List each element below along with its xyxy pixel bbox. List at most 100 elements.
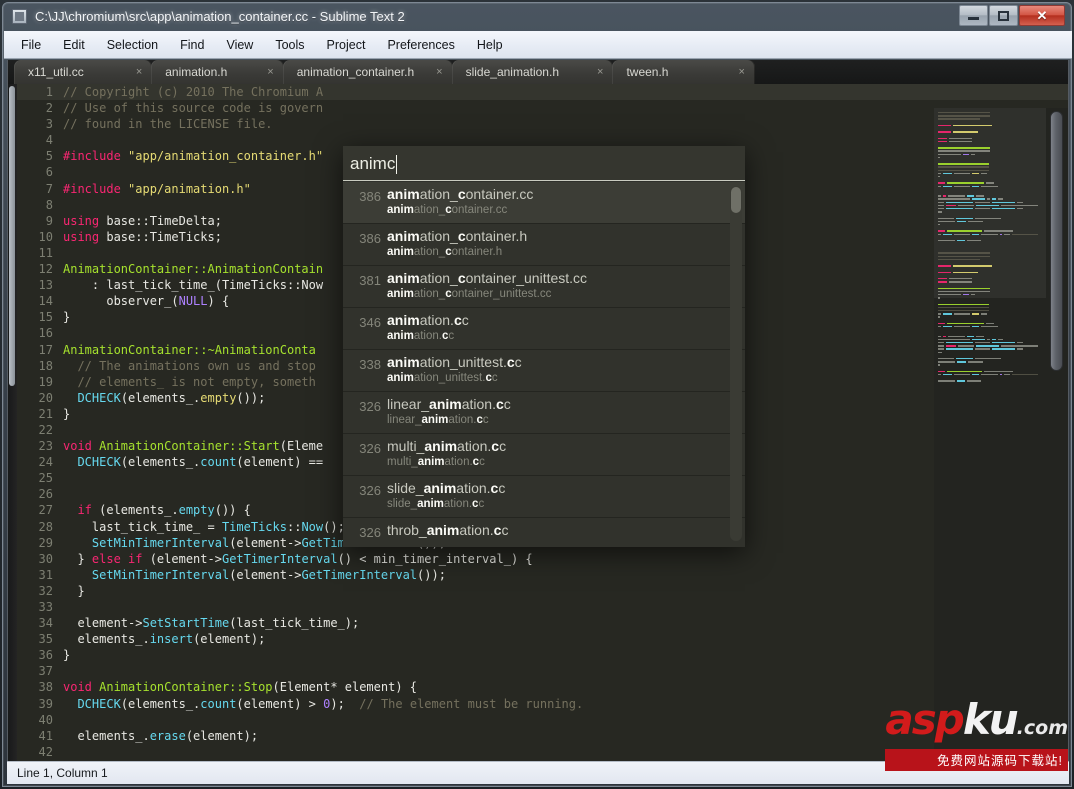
code-token: DCHECK — [77, 391, 120, 405]
code-line[interactable]: 31 SetMinTimerInterval(element->GetTimer… — [17, 567, 1068, 583]
maximize-button[interactable] — [989, 5, 1018, 26]
code-line[interactable]: 35 elements_.insert(element); — [17, 631, 1068, 647]
code-line[interactable]: 33 — [17, 599, 1068, 615]
minimap-line — [972, 339, 985, 340]
minimap-line — [938, 371, 945, 372]
code-line[interactable]: 34 element->SetStartTime(last_tick_time_… — [17, 615, 1068, 631]
menu-item-project[interactable]: Project — [316, 34, 377, 56]
code-line[interactable]: 32 } — [17, 583, 1068, 599]
minimap-line — [981, 313, 987, 314]
minimap-line — [975, 342, 990, 343]
code-token: using — [63, 214, 106, 228]
left-scrollbar-thumb[interactable] — [9, 86, 15, 386]
code-line[interactable]: 41 elements_.erase(element); — [17, 728, 1068, 744]
code-line[interactable]: 37 — [17, 663, 1068, 679]
tab-close-icon[interactable]: × — [267, 66, 273, 78]
tab-x11-util-cc[interactable]: x11_util.cc× — [14, 60, 152, 84]
menu-item-edit[interactable]: Edit — [52, 34, 96, 56]
menu-item-view[interactable]: View — [215, 34, 264, 56]
tab-close-icon[interactable]: × — [136, 66, 142, 78]
quick-open-scrollbar-thumb[interactable] — [731, 187, 741, 213]
tab-close-icon[interactable]: × — [738, 66, 744, 78]
code-token: ); — [330, 697, 359, 711]
tab-animation-container-h[interactable]: animation_container.h× — [283, 60, 453, 84]
minimap-line — [938, 307, 989, 308]
quick-open-input-wrap[interactable]: animc — [343, 146, 745, 181]
result-score: 386 — [353, 189, 381, 204]
tab-slide-animation-h[interactable]: slide_animation.h× — [452, 60, 614, 84]
vertical-scrollbar[interactable] — [1046, 108, 1068, 763]
quick-open-result-row[interactable]: 326slide_animation.ccslide_animation.cc — [343, 476, 745, 518]
code-token: insert — [150, 632, 193, 646]
minimap-line — [938, 272, 951, 273]
minimap-line — [972, 234, 979, 235]
menu-item-file[interactable]: File — [10, 34, 52, 56]
title-bar[interactable]: C:\JJ\chromium\src\app\animation_contain… — [3, 3, 1071, 31]
menu-item-tools[interactable]: Tools — [264, 34, 315, 56]
tab-animation-h[interactable]: animation.h× — [151, 60, 283, 84]
code-token: ()); — [236, 391, 265, 405]
tab-close-icon[interactable]: × — [597, 66, 603, 78]
minimap-line — [975, 358, 1001, 359]
minimap-line — [986, 323, 995, 324]
menu-item-find[interactable]: Find — [169, 34, 215, 56]
window-controls: ✕ — [958, 5, 1065, 27]
minimap-viewport[interactable] — [934, 108, 1046, 298]
quick-open-result-row[interactable]: 326throb_animation.cc — [343, 518, 745, 547]
quick-open-input[interactable]: animc — [350, 152, 735, 176]
code-line[interactable]: 40 — [17, 712, 1068, 728]
code-line[interactable]: 2// Use of this source code is govern — [17, 100, 1068, 116]
code-line[interactable]: 30 } else if (element->GetTimerInterval(… — [17, 551, 1068, 567]
minimap-line — [938, 141, 947, 142]
minimize-button[interactable] — [959, 5, 988, 26]
result-path: slide_animation.cc — [387, 497, 745, 512]
quick-open-result-row[interactable]: 386animation_container.hanimation_contai… — [343, 224, 745, 266]
quick-open-result-row[interactable]: 346animation.ccanimation.cc — [343, 308, 745, 350]
line-number: 26 — [17, 486, 53, 502]
code-line[interactable]: 3// found in the LICENSE file. — [17, 116, 1068, 132]
left-scrollbar[interactable] — [8, 84, 17, 763]
code-token: if — [77, 503, 91, 517]
tab-close-icon[interactable]: × — [436, 66, 442, 78]
quick-open-scrollbar[interactable] — [730, 186, 742, 541]
minimap-line — [943, 195, 946, 196]
minimap-line — [981, 374, 998, 375]
quick-open-result-row[interactable]: 338animation_unittest.ccanimation_unitte… — [343, 350, 745, 392]
result-title: animation_container_unittest.cc — [387, 270, 745, 287]
minimap-line — [938, 218, 954, 219]
code-line[interactable]: 1// Copyright (c) 2010 The Chromium A — [17, 84, 1068, 100]
menu-item-help[interactable]: Help — [466, 34, 514, 56]
quick-open-result-row[interactable]: 326linear_animation.cclinear_animation.c… — [343, 392, 745, 434]
close-button[interactable]: ✕ — [1019, 5, 1065, 26]
code-token: SetMinTimerInterval — [92, 568, 229, 582]
code-token: ()) { — [215, 503, 251, 517]
code-line[interactable]: 42 — [17, 744, 1068, 760]
minimap-line — [1000, 234, 1002, 235]
minimap-line — [992, 208, 1015, 209]
tab-tween-h[interactable]: tween.h× — [612, 60, 754, 84]
minimap-line — [992, 202, 1015, 203]
quick-open-results[interactable]: 386animation_container.ccanimation_conta… — [343, 182, 745, 547]
minimap-line — [972, 198, 985, 199]
minimap-line — [938, 256, 990, 257]
code-line[interactable]: 39 DCHECK(elements_.count(element) > 0);… — [17, 696, 1068, 712]
minimap[interactable] — [934, 108, 1046, 763]
line-number: 3 — [17, 116, 53, 132]
line-number: 27 — [17, 502, 53, 518]
vertical-scrollbar-thumb[interactable] — [1050, 111, 1063, 371]
minimap-line — [957, 240, 964, 241]
code-line[interactable]: 38void AnimationContainer::Stop(Element*… — [17, 679, 1068, 695]
code-token: count — [200, 455, 236, 469]
menu-item-selection[interactable]: Selection — [96, 34, 169, 56]
line-number: 1 — [17, 84, 53, 100]
line-number: 17 — [17, 342, 53, 358]
quick-open-result-row[interactable]: 381animation_container_unittest.ccanimat… — [343, 266, 745, 308]
minimap-line — [981, 234, 998, 235]
code-line[interactable]: 36} — [17, 647, 1068, 663]
quick-open-result-row[interactable]: 326multi_animation.ccmulti_animation.cc — [343, 434, 745, 476]
minimap-line — [938, 186, 941, 187]
minimap-line — [981, 173, 987, 174]
line-number: 32 — [17, 583, 53, 599]
menu-item-preferences[interactable]: Preferences — [376, 34, 465, 56]
quick-open-result-row[interactable]: 386animation_container.ccanimation_conta… — [343, 182, 745, 224]
